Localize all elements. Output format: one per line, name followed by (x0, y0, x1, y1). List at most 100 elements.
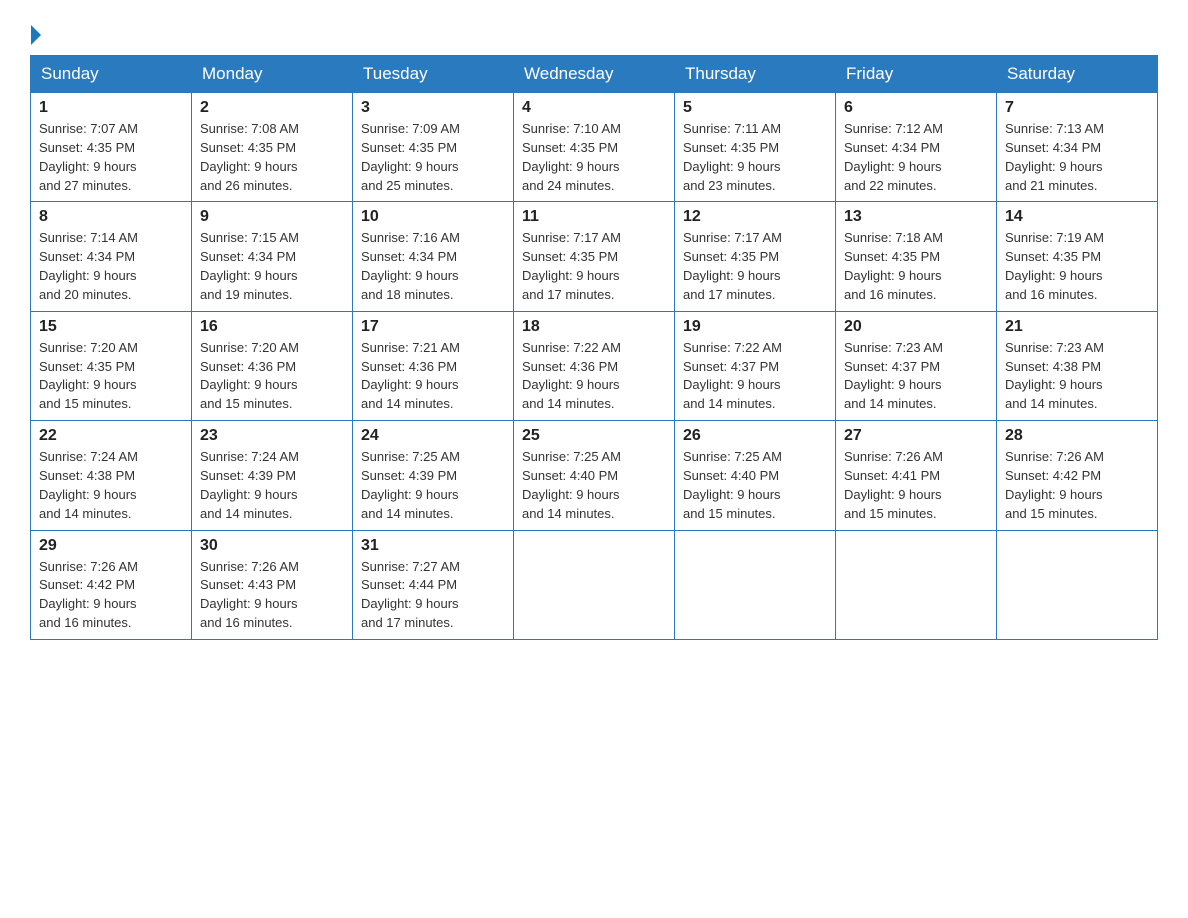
day-number: 13 (844, 208, 988, 226)
day-number: 21 (1005, 318, 1149, 336)
table-row: 25 Sunrise: 7:25 AMSunset: 4:40 PMDaylig… (514, 421, 675, 530)
weekday-header-monday: Monday (192, 56, 353, 93)
day-number: 16 (200, 318, 344, 336)
table-row: 23 Sunrise: 7:24 AMSunset: 4:39 PMDaylig… (192, 421, 353, 530)
day-number: 4 (522, 99, 666, 117)
day-number: 15 (39, 318, 183, 336)
calendar-body: 1 Sunrise: 7:07 AMSunset: 4:35 PMDayligh… (31, 93, 1158, 640)
day-number: 26 (683, 427, 827, 445)
day-number: 14 (1005, 208, 1149, 226)
day-info: Sunrise: 7:25 AMSunset: 4:40 PMDaylight:… (683, 449, 782, 521)
calendar-week-1: 1 Sunrise: 7:07 AMSunset: 4:35 PMDayligh… (31, 93, 1158, 202)
table-row (675, 530, 836, 639)
table-row: 13 Sunrise: 7:18 AMSunset: 4:35 PMDaylig… (836, 202, 997, 311)
table-row (514, 530, 675, 639)
day-number: 28 (1005, 427, 1149, 445)
weekday-header-saturday: Saturday (997, 56, 1158, 93)
table-row: 4 Sunrise: 7:10 AMSunset: 4:35 PMDayligh… (514, 93, 675, 202)
day-info: Sunrise: 7:24 AMSunset: 4:38 PMDaylight:… (39, 449, 138, 521)
day-info: Sunrise: 7:26 AMSunset: 4:43 PMDaylight:… (200, 559, 299, 631)
day-number: 27 (844, 427, 988, 445)
day-number: 24 (361, 427, 505, 445)
day-info: Sunrise: 7:08 AMSunset: 4:35 PMDaylight:… (200, 121, 299, 193)
day-number: 6 (844, 99, 988, 117)
day-info: Sunrise: 7:26 AMSunset: 4:42 PMDaylight:… (1005, 449, 1104, 521)
logo-triangle-icon (31, 25, 41, 45)
table-row: 11 Sunrise: 7:17 AMSunset: 4:35 PMDaylig… (514, 202, 675, 311)
table-row: 21 Sunrise: 7:23 AMSunset: 4:38 PMDaylig… (997, 311, 1158, 420)
day-info: Sunrise: 7:25 AMSunset: 4:39 PMDaylight:… (361, 449, 460, 521)
day-info: Sunrise: 7:22 AMSunset: 4:36 PMDaylight:… (522, 340, 621, 412)
day-info: Sunrise: 7:21 AMSunset: 4:36 PMDaylight:… (361, 340, 460, 412)
day-info: Sunrise: 7:10 AMSunset: 4:35 PMDaylight:… (522, 121, 621, 193)
day-info: Sunrise: 7:27 AMSunset: 4:44 PMDaylight:… (361, 559, 460, 631)
page-header (30, 20, 1158, 45)
table-row: 9 Sunrise: 7:15 AMSunset: 4:34 PMDayligh… (192, 202, 353, 311)
day-info: Sunrise: 7:25 AMSunset: 4:40 PMDaylight:… (522, 449, 621, 521)
table-row: 12 Sunrise: 7:17 AMSunset: 4:35 PMDaylig… (675, 202, 836, 311)
table-row: 14 Sunrise: 7:19 AMSunset: 4:35 PMDaylig… (997, 202, 1158, 311)
table-row: 3 Sunrise: 7:09 AMSunset: 4:35 PMDayligh… (353, 93, 514, 202)
day-info: Sunrise: 7:20 AMSunset: 4:35 PMDaylight:… (39, 340, 138, 412)
table-row: 16 Sunrise: 7:20 AMSunset: 4:36 PMDaylig… (192, 311, 353, 420)
table-row: 31 Sunrise: 7:27 AMSunset: 4:44 PMDaylig… (353, 530, 514, 639)
day-info: Sunrise: 7:26 AMSunset: 4:42 PMDaylight:… (39, 559, 138, 631)
day-number: 1 (39, 99, 183, 117)
day-number: 7 (1005, 99, 1149, 117)
weekday-header-sunday: Sunday (31, 56, 192, 93)
day-number: 23 (200, 427, 344, 445)
weekday-header-thursday: Thursday (675, 56, 836, 93)
table-row: 20 Sunrise: 7:23 AMSunset: 4:37 PMDaylig… (836, 311, 997, 420)
table-row: 15 Sunrise: 7:20 AMSunset: 4:35 PMDaylig… (31, 311, 192, 420)
weekday-header-row: SundayMondayTuesdayWednesdayThursdayFrid… (31, 56, 1158, 93)
table-row: 8 Sunrise: 7:14 AMSunset: 4:34 PMDayligh… (31, 202, 192, 311)
day-number: 30 (200, 537, 344, 555)
day-info: Sunrise: 7:24 AMSunset: 4:39 PMDaylight:… (200, 449, 299, 521)
logo (30, 20, 42, 45)
day-number: 22 (39, 427, 183, 445)
day-number: 8 (39, 208, 183, 226)
day-info: Sunrise: 7:12 AMSunset: 4:34 PMDaylight:… (844, 121, 943, 193)
day-number: 29 (39, 537, 183, 555)
weekday-header-tuesday: Tuesday (353, 56, 514, 93)
table-row: 26 Sunrise: 7:25 AMSunset: 4:40 PMDaylig… (675, 421, 836, 530)
day-info: Sunrise: 7:13 AMSunset: 4:34 PMDaylight:… (1005, 121, 1104, 193)
day-number: 31 (361, 537, 505, 555)
table-row: 27 Sunrise: 7:26 AMSunset: 4:41 PMDaylig… (836, 421, 997, 530)
day-number: 25 (522, 427, 666, 445)
day-info: Sunrise: 7:17 AMSunset: 4:35 PMDaylight:… (522, 230, 621, 302)
table-row: 24 Sunrise: 7:25 AMSunset: 4:39 PMDaylig… (353, 421, 514, 530)
day-number: 18 (522, 318, 666, 336)
table-row: 6 Sunrise: 7:12 AMSunset: 4:34 PMDayligh… (836, 93, 997, 202)
day-number: 19 (683, 318, 827, 336)
day-number: 12 (683, 208, 827, 226)
day-number: 17 (361, 318, 505, 336)
day-number: 2 (200, 99, 344, 117)
table-row (997, 530, 1158, 639)
day-number: 10 (361, 208, 505, 226)
table-row: 2 Sunrise: 7:08 AMSunset: 4:35 PMDayligh… (192, 93, 353, 202)
table-row: 22 Sunrise: 7:24 AMSunset: 4:38 PMDaylig… (31, 421, 192, 530)
table-row: 1 Sunrise: 7:07 AMSunset: 4:35 PMDayligh… (31, 93, 192, 202)
weekday-header-wednesday: Wednesday (514, 56, 675, 93)
table-row: 17 Sunrise: 7:21 AMSunset: 4:36 PMDaylig… (353, 311, 514, 420)
day-info: Sunrise: 7:11 AMSunset: 4:35 PMDaylight:… (683, 121, 781, 193)
day-number: 11 (522, 208, 666, 226)
day-info: Sunrise: 7:09 AMSunset: 4:35 PMDaylight:… (361, 121, 460, 193)
day-info: Sunrise: 7:26 AMSunset: 4:41 PMDaylight:… (844, 449, 943, 521)
table-row: 19 Sunrise: 7:22 AMSunset: 4:37 PMDaylig… (675, 311, 836, 420)
day-info: Sunrise: 7:19 AMSunset: 4:35 PMDaylight:… (1005, 230, 1104, 302)
day-info: Sunrise: 7:23 AMSunset: 4:37 PMDaylight:… (844, 340, 943, 412)
day-info: Sunrise: 7:20 AMSunset: 4:36 PMDaylight:… (200, 340, 299, 412)
day-info: Sunrise: 7:07 AMSunset: 4:35 PMDaylight:… (39, 121, 138, 193)
day-number: 3 (361, 99, 505, 117)
day-info: Sunrise: 7:23 AMSunset: 4:38 PMDaylight:… (1005, 340, 1104, 412)
day-number: 9 (200, 208, 344, 226)
day-number: 5 (683, 99, 827, 117)
table-row: 7 Sunrise: 7:13 AMSunset: 4:34 PMDayligh… (997, 93, 1158, 202)
day-info: Sunrise: 7:16 AMSunset: 4:34 PMDaylight:… (361, 230, 460, 302)
day-info: Sunrise: 7:22 AMSunset: 4:37 PMDaylight:… (683, 340, 782, 412)
table-row: 18 Sunrise: 7:22 AMSunset: 4:36 PMDaylig… (514, 311, 675, 420)
table-row: 28 Sunrise: 7:26 AMSunset: 4:42 PMDaylig… (997, 421, 1158, 530)
calendar-week-2: 8 Sunrise: 7:14 AMSunset: 4:34 PMDayligh… (31, 202, 1158, 311)
